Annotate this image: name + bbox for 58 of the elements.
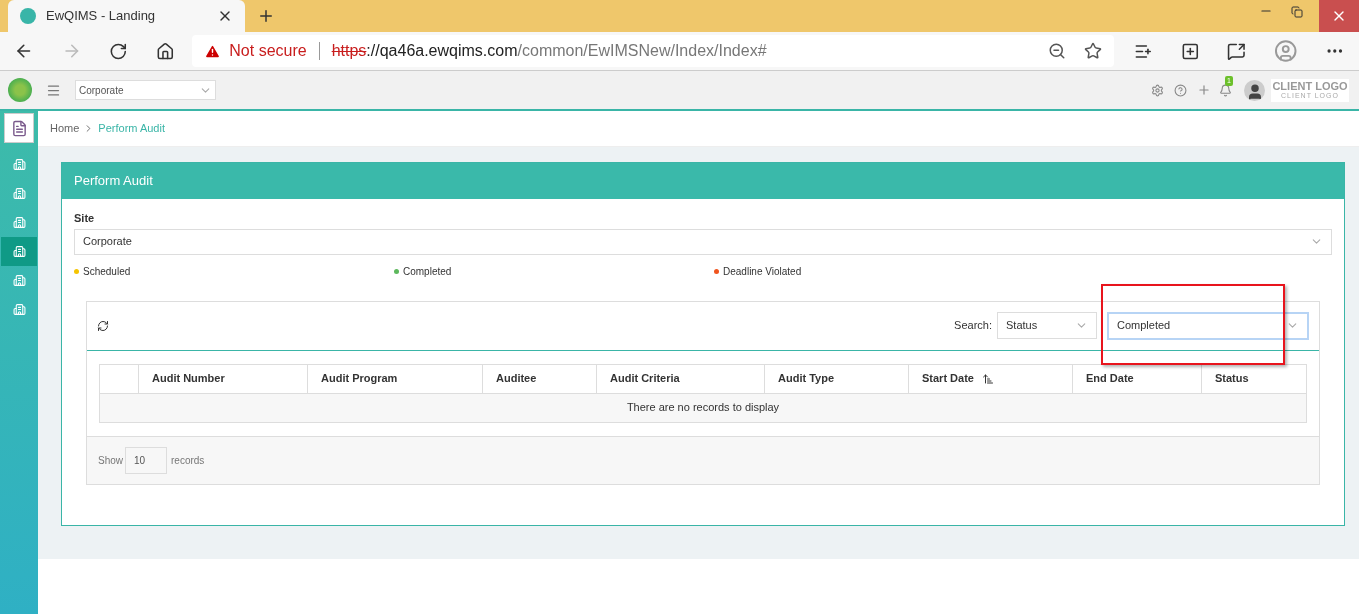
app-favicon-icon (20, 8, 36, 24)
menu-icon[interactable] (46, 82, 61, 98)
records-label: records (171, 453, 205, 468)
url-text: https://qa46a.ewqims.com/common/EwIMSNew/Index/Index# (331, 41, 768, 61)
column-header[interactable]: Audit Criteria (596, 364, 764, 393)
breadcrumb-current: Perform Audit (98, 121, 165, 137)
card-title: Perform Audit (74, 172, 153, 191)
zoom-out-icon[interactable] (1048, 42, 1067, 60)
show-label: Show (98, 453, 123, 468)
avatar-icon[interactable] (1244, 79, 1265, 101)
search-field-select[interactable]: Status (997, 312, 1097, 339)
restore-icon[interactable] (1291, 6, 1303, 18)
page-size-field[interactable]: 10 (125, 446, 167, 474)
tab-title: EwQIMS - Landing (46, 7, 157, 26)
collections-icon[interactable] (1180, 41, 1200, 61)
legend-label: Scheduled (83, 264, 131, 279)
settings-icon[interactable] (1151, 83, 1164, 97)
warning-icon (204, 42, 222, 60)
help-icon[interactable] (1174, 83, 1187, 97)
column-header[interactable]: Auditee (482, 364, 596, 393)
building-icon (12, 158, 26, 171)
search-label: Search: (954, 318, 992, 334)
column-header[interactable]: Audit Program (307, 364, 482, 393)
sidebar-item[interactable] (1, 237, 37, 266)
share-icon[interactable] (1227, 41, 1246, 61)
favorite-icon[interactable] (1084, 42, 1103, 60)
notification-icon[interactable] (1219, 83, 1232, 97)
building-icon (12, 245, 26, 258)
refresh-icon[interactable] (97, 319, 109, 332)
column-header[interactable]: Audit Type (764, 364, 908, 393)
building-icon (12, 187, 26, 200)
sidebar-item[interactable] (4, 113, 34, 143)
app-logo-icon (8, 78, 32, 102)
column-header[interactable]: End Date (1072, 364, 1201, 393)
sort-icon (981, 372, 994, 385)
legend-label: Deadline Violated (723, 264, 802, 279)
home-icon[interactable] (155, 41, 175, 61)
building-icon (12, 303, 26, 316)
profile-icon[interactable] (1273, 39, 1298, 63)
status-value-select[interactable]: Completed (1107, 311, 1309, 340)
building-icon (12, 274, 26, 287)
empty-message: There are no records to display (100, 393, 1306, 422)
window-close-button[interactable] (1319, 0, 1359, 32)
site-dropdown[interactable]: Corporate (74, 228, 1332, 255)
document-icon (10, 119, 28, 137)
address-bar[interactable]: Not secure https://qa46a.ewqims.com/common/EwIMSNew/Index/Index# (192, 35, 1115, 67)
site-label: Site (74, 211, 96, 226)
reload-icon[interactable] (109, 41, 128, 61)
site-select[interactable]: Corporate (75, 80, 216, 100)
security-label: Not secure (229, 41, 307, 61)
legend-label: Completed (403, 264, 452, 279)
breadcrumb-link[interactable]: Home (50, 120, 80, 137)
new-tab-icon[interactable] (257, 7, 275, 25)
column-header[interactable]: Status (1201, 364, 1306, 393)
browser-tab[interactable]: EwQIMS - Landing (8, 0, 245, 32)
column-header[interactable]: Start Date (908, 364, 1072, 393)
building-icon (12, 216, 26, 229)
column-header[interactable]: Audit Number (138, 364, 307, 393)
